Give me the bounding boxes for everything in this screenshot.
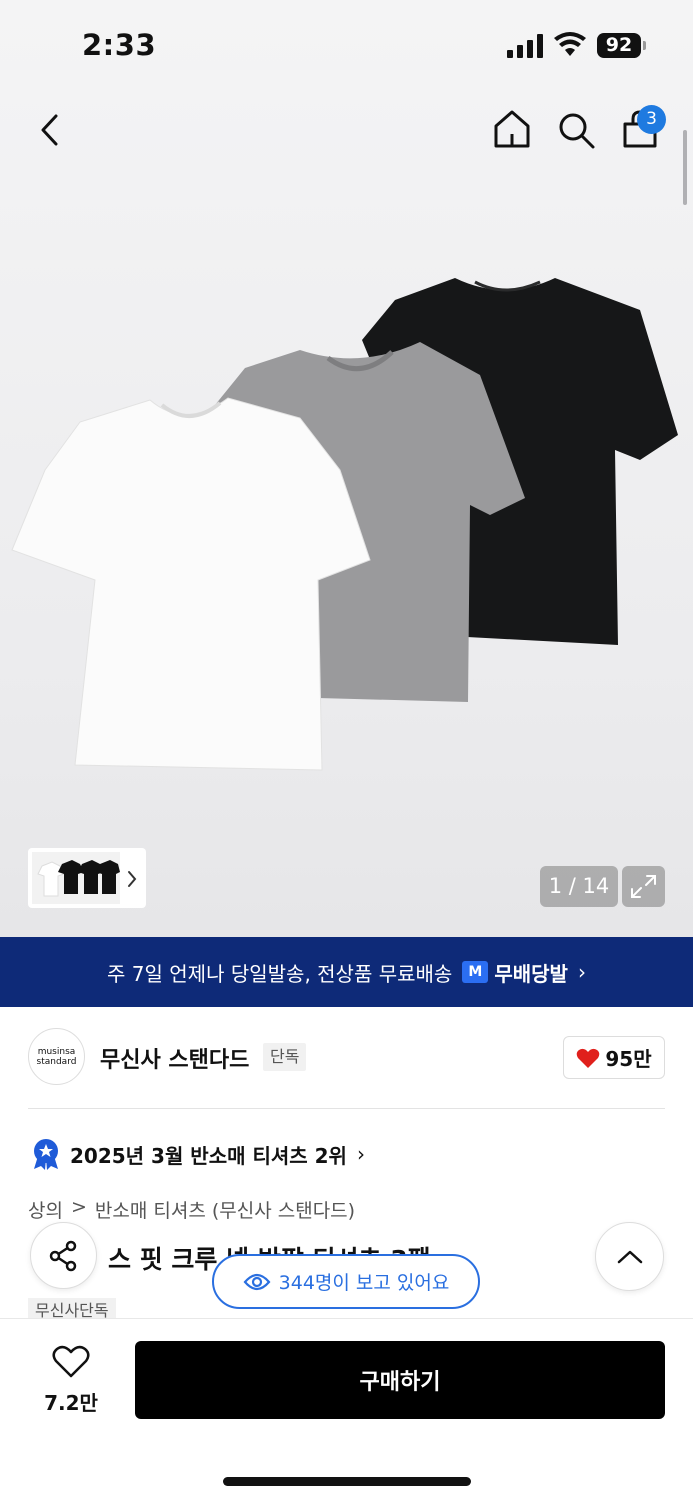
shipping-brand: 무배당발 [494,961,568,986]
brand-name[interactable]: 무신사 스탠다드 [100,1042,249,1074]
home-indicator[interactable] [223,1477,471,1486]
brand-row: musinsa standard 무신사 스탠다드 단독 95만 [28,1028,665,1088]
bottom-action-bar: 7.2만 구매하기 [0,1318,693,1500]
wishlist-button[interactable]: 7.2만 [40,1345,102,1416]
breadcrumb-subcategory[interactable]: 반소매 티셔츠 (무신사 스탠다드) [95,1196,355,1223]
shipping-banner[interactable]: 주 7일 언제나 당일발송, 전상품 무료배송 M 무배당발 › [0,937,693,1007]
viewers-indicator: 344명이 보고 있어요 [212,1254,480,1309]
brand-logo-line1: musinsa [37,1046,76,1057]
wifi-icon [554,32,586,56]
chevron-right-icon: › [577,960,586,984]
eye-icon [243,1273,271,1290]
back-icon[interactable] [34,110,66,150]
scroll-top-button[interactable] [595,1222,664,1291]
breadcrumb: 상의 > 반소매 티셔츠 (무신사 스탠다드) [28,1196,355,1223]
ranking-link[interactable]: 2025년 3월 반소매 티셔츠 2위 › [32,1138,365,1170]
brand-like-button[interactable]: 95만 [563,1036,665,1079]
musinsa-delivery-logo: M [462,961,489,983]
brand-logo[interactable]: musinsa standard [28,1028,85,1085]
status-time: 2:33 [82,28,157,62]
brand-logo-line2: standard [36,1056,77,1067]
brand-exclusive-tag: 단독 [263,1043,307,1071]
ranking-badge-icon [34,1139,58,1170]
battery-level: 92 [597,33,641,58]
battery-icon: 92 [597,33,647,58]
wishlist-count: 7.2만 [44,1391,98,1415]
chevron-right-icon[interactable] [124,868,140,890]
breadcrumb-separator: > [70,1196,87,1218]
page-counter: 1 / 14 [540,866,618,907]
share-button[interactable] [30,1222,97,1289]
brand-like-count: 95만 [605,1047,652,1071]
signal-icon [507,34,543,58]
expand-icon [631,875,656,898]
viewers-text: 344명이 보고 있어요 [278,1272,450,1294]
chevron-right-icon: › [356,1142,365,1166]
status-bar: 2:33 92 [0,0,693,92]
heart-icon [52,1345,90,1378]
thumbnail-image [32,852,120,904]
home-icon[interactable] [492,108,532,150]
ranking-text: 2025년 3월 반소매 티셔츠 2위 [70,1143,347,1168]
scrollbar[interactable] [683,130,687,205]
share-icon [49,1240,76,1271]
divider [28,1108,665,1109]
cart-count-badge: 3 [637,105,666,134]
shipping-text: 주 7일 언제나 당일발송, 전상품 무료배송 [107,961,453,986]
heart-filled-icon [577,1048,600,1068]
product-image [11,278,678,771]
buy-button[interactable]: 구매하기 [135,1341,665,1419]
chevron-up-icon [617,1250,642,1263]
breadcrumb-category[interactable]: 상의 [28,1196,63,1223]
search-icon[interactable] [556,110,596,150]
expand-button[interactable] [622,866,665,907]
